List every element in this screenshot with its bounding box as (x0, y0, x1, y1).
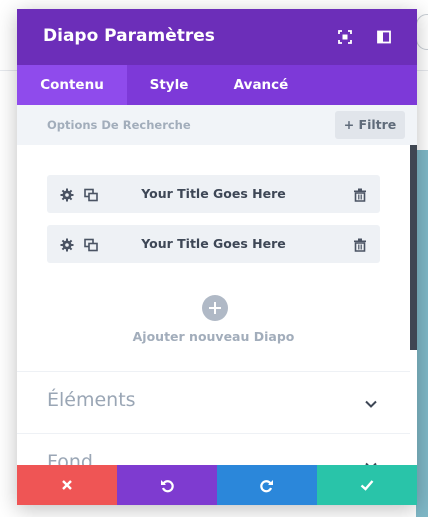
background-section (416, 150, 428, 517)
modal-header[interactable]: Diapo Paramètres (17, 9, 417, 65)
check-icon (360, 480, 374, 491)
tab-bar: Contenu Style Avancé (17, 65, 417, 105)
content-panel: Your Title Goes Here Your Title Goes Her… (17, 145, 417, 465)
tab-contenu[interactable]: Contenu (17, 65, 127, 105)
undo-icon (161, 480, 174, 493)
cancel-button[interactable] (17, 465, 117, 505)
modal-title: Diapo Paramètres (43, 26, 215, 46)
background-button[interactable] (416, 14, 428, 50)
sidebar-icon[interactable] (376, 29, 392, 45)
tab-avance[interactable]: Avancé (211, 65, 311, 105)
plus-icon (209, 302, 221, 314)
section-background[interactable]: Fond (17, 433, 410, 465)
section-elements[interactable]: Éléments (17, 371, 410, 433)
save-button[interactable] (317, 465, 417, 505)
search-input[interactable]: Options De Recherche (47, 118, 191, 132)
add-slide-button[interactable] (202, 295, 228, 321)
chevron-down-icon[interactable] (364, 458, 378, 465)
list-item[interactable]: Your Title Goes Here (47, 175, 380, 213)
settings-modal: Diapo Paramètres Contenu Style Avancé Op… (17, 9, 417, 505)
redo-icon (260, 480, 273, 493)
modal-footer (17, 465, 417, 505)
undo-button[interactable] (117, 465, 217, 505)
item-title: Your Title Goes Here (141, 186, 286, 201)
expand-icon[interactable] (337, 29, 353, 45)
redo-button[interactable] (217, 465, 317, 505)
trash-icon[interactable] (353, 237, 367, 252)
chevron-down-icon[interactable] (364, 396, 378, 410)
close-icon (62, 480, 72, 490)
search-bar: Options De Recherche + Filtre (17, 105, 417, 145)
section-title: Éléments (47, 389, 136, 411)
scrollbar[interactable] (410, 145, 417, 350)
tab-style[interactable]: Style (127, 65, 211, 105)
add-slide-label[interactable]: Ajouter nouveau Diapo (17, 329, 410, 344)
list-item[interactable]: Your Title Goes Here (47, 225, 380, 263)
item-title: Your Title Goes Here (141, 236, 286, 251)
filter-button[interactable]: + Filtre (335, 111, 405, 139)
trash-icon[interactable] (353, 187, 367, 202)
section-title: Fond (47, 451, 93, 465)
